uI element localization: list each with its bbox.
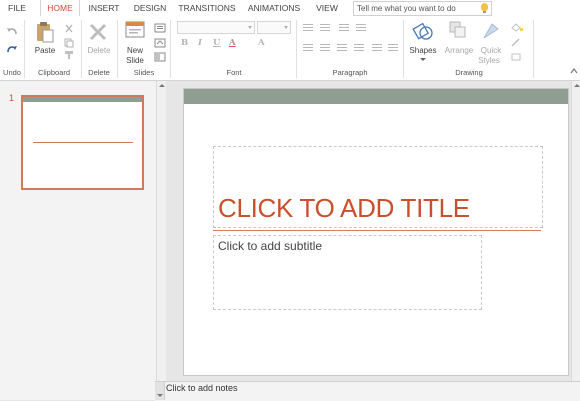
format-painter-icon[interactable] [64,50,74,60]
undo-icon[interactable] [6,26,18,36]
font-name-dropdown[interactable] [177,21,255,34]
ribbon-separator [117,20,118,78]
ribbon: Undo Paste Clipboard Delete Delete New S… [0,16,580,81]
thumbnail-header-band [23,97,142,102]
shape-effects-icon[interactable] [510,52,524,62]
quick-styles-label-1[interactable]: Quick [476,46,506,55]
ribbon-separator [24,20,25,78]
tab-file[interactable]: FILE [0,0,34,16]
quick-styles-label-2[interactable]: Styles [474,56,504,65]
copy-icon[interactable] [64,38,74,48]
chevron-down-icon [420,58,426,61]
ribbon-separator [170,20,171,78]
thumbnail-title-rule [33,142,133,143]
group-label-font: Font [226,68,242,77]
scroll-up-icon[interactable] [574,84,580,87]
ribbon-separator [533,20,534,78]
tab-insert[interactable]: INSERT [84,0,124,16]
notes-splitter[interactable] [155,382,165,400]
shape-outline-icon[interactable] [510,38,524,48]
justify-icon[interactable] [354,44,364,52]
title-rule [213,230,541,231]
arrange-button[interactable]: Arrange [441,46,477,55]
editor-scrollbar[interactable] [571,81,580,381]
tab-animations[interactable]: ANIMATIONS [244,0,304,16]
redo-icon[interactable] [6,44,18,54]
lightbulb-icon [481,3,488,13]
new-slide-label-1[interactable]: New [121,46,149,55]
group-label-paragraph: Paragraph [332,68,368,77]
font-size-dropdown[interactable] [257,21,291,34]
columns-icon[interactable] [372,44,382,52]
slide-number: 1 [9,93,15,103]
clear-formatting-button[interactable]: A [258,38,265,48]
reset-slide-icon[interactable] [154,38,166,48]
delete-button[interactable]: Delete [84,46,114,55]
tab-home[interactable]: HOME [40,0,80,16]
notes-placeholder: Click to add notes [166,383,238,393]
title-placeholder-text: CLICK TO ADD TITLE [218,193,470,223]
notes-pane[interactable]: Click to add notes [155,381,580,401]
title-placeholder[interactable]: CLICK TO ADD TITLE [213,146,543,228]
cut-icon[interactable] [64,24,74,34]
italic-button[interactable]: I [198,38,202,48]
group-label-clipboard: Clipboard [37,68,71,77]
slide-thumbnail[interactable] [21,95,144,190]
tab-view[interactable]: VIEW [310,0,344,16]
increase-indent-icon[interactable] [356,24,366,32]
tell-me-search-box[interactable]: Tell me what you want to do [353,1,492,16]
shape-fill-icon[interactable] [510,22,524,32]
slide-header-band [184,89,568,104]
numbering-icon[interactable] [320,24,330,32]
group-label-delete: Delete [88,68,110,77]
align-center-icon[interactable] [320,44,330,52]
thumbnail-scrollbar[interactable] [156,81,166,400]
chevron-down-icon[interactable] [157,394,163,397]
tab-design[interactable]: DESIGN [130,0,170,16]
paste-icon[interactable] [35,21,55,44]
text-direction-icon[interactable] [388,44,398,52]
bullets-icon[interactable] [303,24,313,32]
ribbon-tab-bar: FILE HOME INSERT DESIGN TRANSITIONS ANIM… [0,0,580,16]
group-label-undo: Undo [3,68,21,77]
slide-thumbnail-pane: 1 [0,81,166,400]
section-icon[interactable] [154,52,166,62]
align-right-icon[interactable] [337,44,347,52]
layout-icon[interactable] [154,23,166,33]
underline-button[interactable]: U [213,38,220,48]
tab-transitions[interactable]: TRANSITIONS [176,0,238,16]
bold-button[interactable]: B [181,38,188,48]
group-label-drawing: Drawing [455,68,483,77]
align-left-icon[interactable] [303,44,313,52]
slide-editor: CLICK TO ADD TITLE Click to add subtitle [166,81,580,381]
font-color-button[interactable]: A [229,38,236,48]
tell-me-placeholder: Tell me what you want to do [357,4,456,13]
collapse-ribbon-icon[interactable] [570,68,578,74]
decrease-indent-icon[interactable] [339,24,349,32]
paste-button[interactable]: Paste [31,46,59,55]
group-label-slides: Slides [133,68,155,77]
shapes-button[interactable]: Shapes [406,46,440,55]
ribbon-separator [81,20,82,78]
ribbon-separator [403,20,404,78]
scroll-up-icon[interactable] [159,84,165,87]
ribbon-separator [296,20,297,78]
delete-icon[interactable] [89,23,107,41]
slide-canvas[interactable]: CLICK TO ADD TITLE Click to add subtitle [183,88,569,376]
subtitle-placeholder[interactable]: Click to add subtitle [213,235,482,310]
arrange-icon[interactable] [448,20,468,40]
new-slide-label-2[interactable]: Slide [121,56,149,65]
quick-styles-icon[interactable] [481,20,501,42]
new-slide-icon[interactable] [125,21,145,39]
shapes-icon[interactable] [412,20,434,42]
subtitle-placeholder-text: Click to add subtitle [218,239,323,253]
